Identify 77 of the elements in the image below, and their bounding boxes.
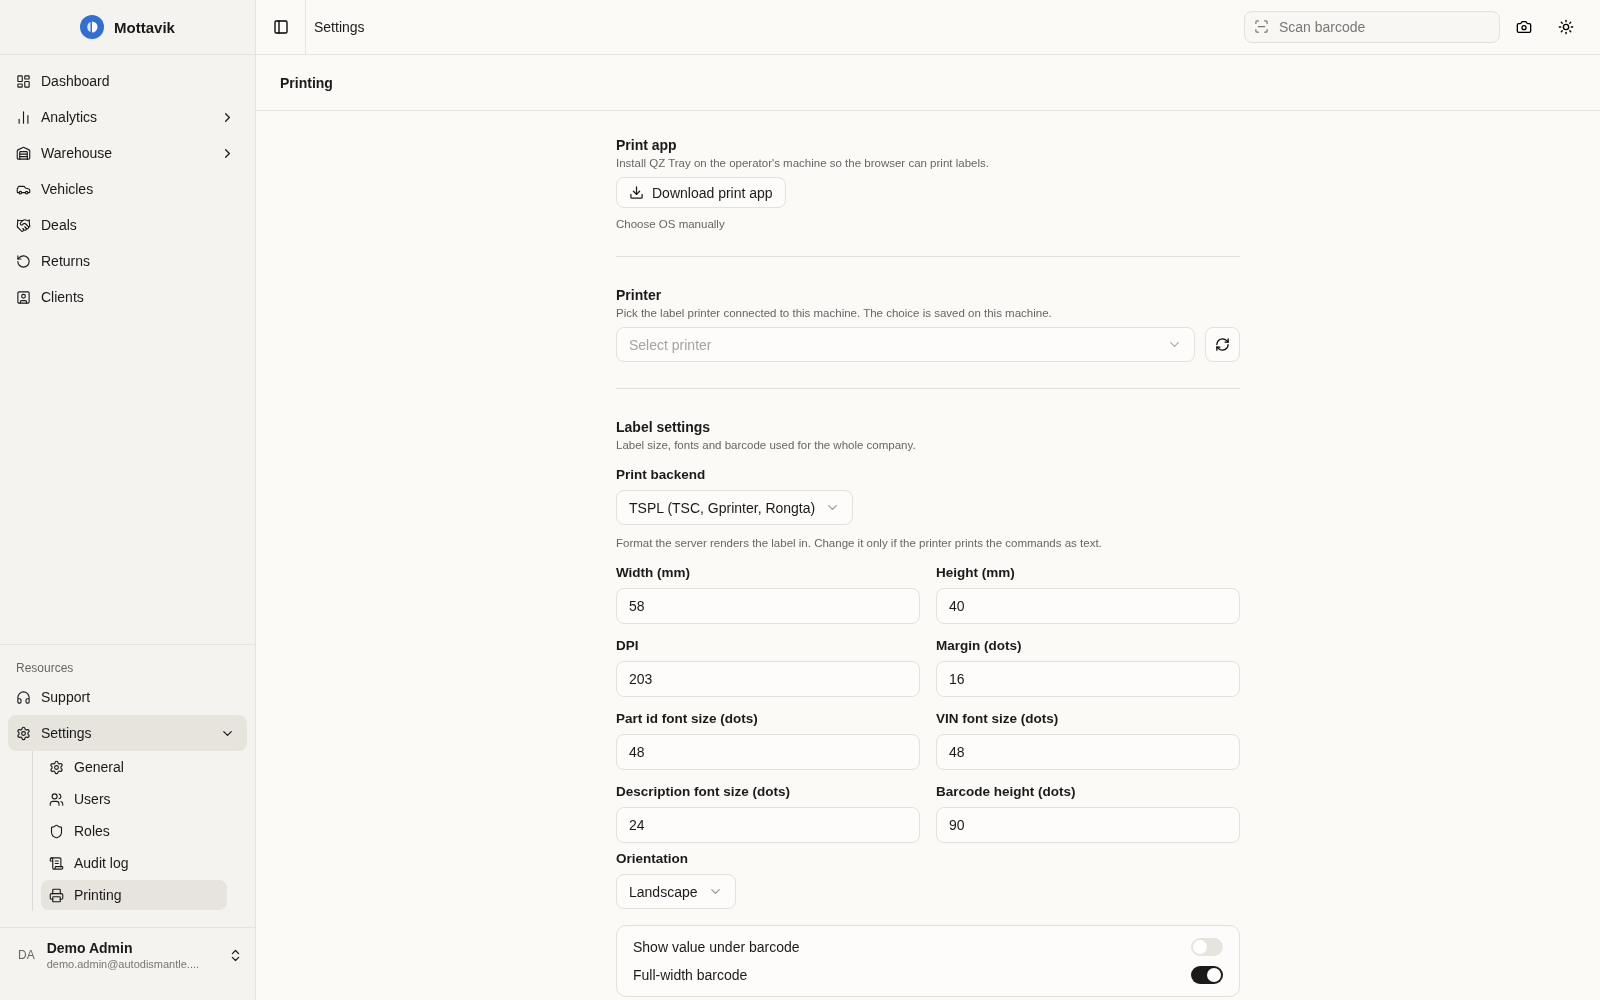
nav-item[interactable]: Deals <box>8 207 247 243</box>
nav-item[interactable]: Settings <box>8 715 247 751</box>
nav-item[interactable]: Warehouse <box>8 135 247 171</box>
refresh-icon <box>1215 337 1230 352</box>
section-heading: Resources <box>15 660 75 677</box>
headphones-icon <box>16 689 31 705</box>
section-title: Print app <box>616 137 678 153</box>
nav-item[interactable]: Returns <box>8 243 247 279</box>
nav-subitem[interactable]: Users <box>41 784 227 814</box>
users-icon <box>49 791 64 807</box>
rotate-icon <box>16 253 31 269</box>
field-label: Height (mm) <box>936 565 1016 580</box>
logo-icon <box>80 15 105 39</box>
number-input[interactable]: 40 <box>936 588 1240 624</box>
user-name: Demo Admin <box>46 940 134 956</box>
brand-name: Mottavik <box>114 18 175 36</box>
scan-field[interactable]: Scan barcode <box>1244 11 1500 43</box>
handshake-icon <box>16 217 31 233</box>
toggle-label: Show value under barcode <box>633 939 800 955</box>
field-label: Width (mm) <box>616 565 692 580</box>
help-text: Format the server renders the label in. Change it only if the printer prints the commands as text. <box>616 537 1103 549</box>
field-label: Description font size (dots) <box>616 784 791 799</box>
number-input[interactable]: 24 <box>616 807 920 843</box>
number-input[interactable]: 90 <box>936 807 1240 843</box>
section-title: Printer <box>616 287 663 303</box>
orientation-select[interactable]: Landscape <box>616 874 736 909</box>
nav-item[interactable]: Vehicles <box>8 171 247 207</box>
nav-subitem[interactable]: General <box>41 752 227 782</box>
download-button[interactable]: Download print app <box>616 177 786 208</box>
nav-item[interactable]: Support <box>8 679 247 715</box>
section-description: Label size, fonts and barcode used for the whole company. <box>616 439 917 451</box>
section-description: Pick the label printer connected to this machine. The choice is saved on this machine. <box>616 307 1053 319</box>
settings-icon <box>16 725 31 741</box>
number-input[interactable]: 16 <box>936 661 1240 697</box>
printer-icon <box>49 887 64 903</box>
section-title: Label settings <box>616 419 712 435</box>
field-label: Orientation <box>616 851 689 866</box>
user-menu[interactable]: DA Demo Admin demo.admin@autodismantle.... <box>0 927 255 1000</box>
page-title: Printing <box>280 74 333 91</box>
backend-select[interactable]: TSPL (TSC, Gprinter, Rongta) <box>616 490 854 525</box>
nav-subitem[interactable]: Audit log <box>41 848 227 878</box>
camera-icon <box>1516 19 1532 35</box>
scroll-icon <box>49 855 64 871</box>
bar-chart-icon <box>16 109 31 125</box>
toggle-switch[interactable] <box>1191 938 1223 956</box>
number-input[interactable]: 58 <box>616 588 920 624</box>
choose-os-link[interactable]: Choose OS manually <box>616 218 725 230</box>
toggle-switch[interactable] <box>1191 966 1223 984</box>
warehouse-icon <box>16 145 31 161</box>
number-input[interactable]: 48 <box>936 734 1240 770</box>
field-label: Print backend <box>616 467 707 482</box>
number-input[interactable]: 48 <box>616 734 920 770</box>
field-label: VIN font size (dots) <box>936 711 1060 726</box>
settings-icon <box>49 759 64 775</box>
field-label: Margin (dots) <box>936 638 1023 653</box>
download-icon <box>629 185 644 200</box>
nav-subitem[interactable]: Roles <box>41 816 227 846</box>
scan-icon <box>1254 19 1269 34</box>
nav-item[interactable]: Dashboard <box>8 63 247 99</box>
field-label: Barcode height (dots) <box>936 784 1077 799</box>
refresh-button[interactable] <box>1205 327 1240 362</box>
nav-item[interactable]: Analytics <box>8 99 247 135</box>
avatar-initials: DA <box>18 948 35 962</box>
section-description: Install QZ Tray on the operator's machine so the browser can print labels. <box>616 157 990 169</box>
field-label: Part id font size (dots) <box>616 711 759 726</box>
number-input[interactable]: 203 <box>616 661 920 697</box>
nav-subitem[interactable]: Printing <box>41 880 227 910</box>
shield-icon <box>49 823 64 839</box>
sun-icon <box>1558 19 1574 35</box>
dashboard-icon <box>16 73 31 89</box>
field-label: DPI <box>616 638 640 653</box>
panel-icon <box>272 19 289 35</box>
nav-item[interactable]: Clients <box>8 279 247 315</box>
user-email: demo.admin@autodismantle.... <box>46 958 201 970</box>
contact-card-icon <box>16 289 31 305</box>
breadcrumb: Settings <box>314 19 366 35</box>
toggle-label: Full-width barcode <box>633 967 748 983</box>
